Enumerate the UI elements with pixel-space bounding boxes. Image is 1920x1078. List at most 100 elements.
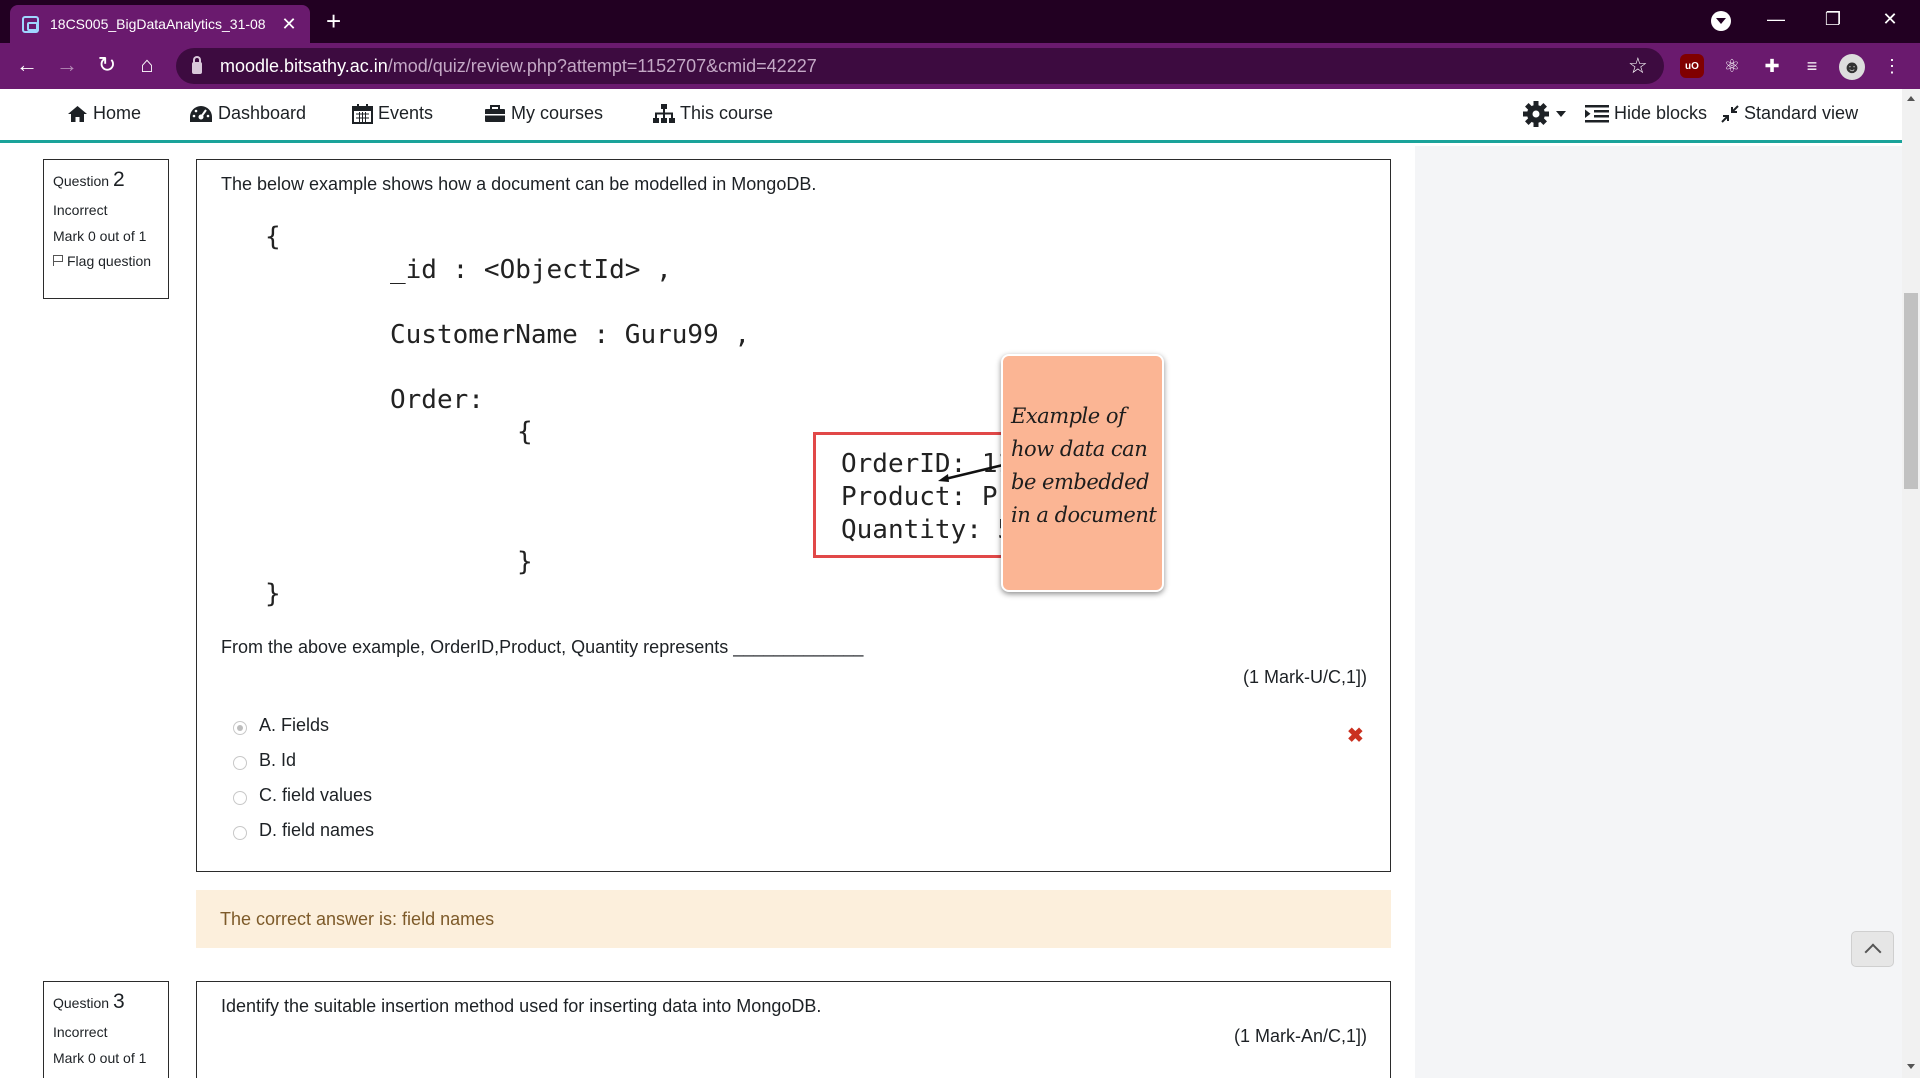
nav-events-label: Events	[378, 103, 434, 123]
compress-icon	[1721, 104, 1739, 123]
option-c-label: C. field values	[259, 785, 373, 805]
tab-close-icon[interactable]: ✕	[280, 14, 298, 35]
blocks-column	[1415, 146, 1902, 1078]
nav-my-courses-label: My courses	[511, 103, 604, 123]
hide-blocks-button[interactable]: Hide blocks	[1585, 103, 1707, 124]
ublock-extension-icon[interactable]: uO	[1680, 54, 1704, 78]
nav-this-course[interactable]: This course	[653, 103, 773, 124]
question-intro: The below example shows how a document c…	[221, 174, 817, 194]
option-d-label: D. field names	[259, 820, 375, 840]
radio-option-a[interactable]	[233, 720, 247, 735]
question-3-content: Identify the suitable insertion method u…	[196, 981, 1391, 1078]
option-a[interactable]: A. Fields	[233, 715, 329, 736]
briefcase-icon	[485, 104, 505, 122]
url-path: /mod/quiz/review.php?attempt=1152707&cmi…	[387, 55, 817, 76]
note-line: Example of	[1011, 404, 1126, 428]
new-tab-icon[interactable]: +	[326, 7, 341, 35]
settings-menu[interactable]	[1522, 100, 1566, 128]
flag-icon	[53, 255, 63, 266]
url-text: moodle.bitsathy.ac.in/mod/quiz/review.ph…	[220, 56, 817, 77]
scroll-down-icon[interactable]	[1907, 1064, 1915, 1069]
incorrect-x-icon: ✖	[1347, 725, 1364, 747]
bookmark-star-icon[interactable]: ☆	[1628, 53, 1648, 79]
chevron-down-icon	[1556, 111, 1566, 117]
home-browser-icon[interactable]: ⌂	[132, 52, 162, 78]
correct-answer-feedback: The correct answer is: field names	[196, 890, 1391, 948]
nav-events[interactable]: Events	[352, 103, 433, 124]
question-intro: Identify the suitable insertion method u…	[221, 996, 822, 1016]
page-scrollbar[interactable]	[1902, 89, 1920, 1078]
scrollbar-thumb[interactable]	[1904, 293, 1918, 489]
sticky-note: Example of how data can be embedded in a…	[1001, 354, 1164, 592]
restore-icon[interactable]: ❐	[1810, 5, 1856, 33]
back-to-top-button[interactable]	[1851, 931, 1894, 967]
option-b[interactable]: B. Id	[233, 750, 296, 771]
question-number-value: 3	[112, 990, 125, 1013]
question-marks: (1 Mark-An/C,1])	[1233, 1026, 1367, 1046]
question-number: Question 2	[53, 168, 159, 192]
option-c[interactable]: C. field values	[233, 785, 372, 806]
back-icon[interactable]: ←	[12, 52, 42, 78]
code-customer-line: CustomerName : Guru99 ,	[390, 320, 751, 350]
question-label: Question	[53, 995, 110, 1011]
reload-icon[interactable]: ↻	[92, 52, 122, 78]
standard-view-label: Standard view	[1744, 103, 1859, 123]
nav-this-course-label: This course	[680, 103, 774, 123]
address-bar[interactable]: moodle.bitsathy.ac.in/mod/quiz/review.ph…	[176, 48, 1664, 84]
browser-menu-icon[interactable]: ⋮	[1880, 54, 1904, 78]
flag-question-link[interactable]: Flag question	[53, 253, 159, 269]
browser-tab-strip: 18CS005_BigDataAnalytics_31-08 ✕ + — ❐ ✕	[0, 0, 1920, 43]
nav-dashboard-label: Dashboard	[218, 103, 307, 123]
minimize-icon[interactable]: —	[1753, 5, 1799, 33]
radio-option-c[interactable]	[233, 790, 247, 805]
question-2-content: The below example shows how a document c…	[196, 159, 1391, 872]
radio-option-b[interactable]	[233, 755, 247, 770]
code-close-brace: }	[265, 579, 281, 609]
option-d[interactable]: D. field names	[233, 820, 374, 841]
note-line: be embedded	[1011, 470, 1150, 494]
close-window-icon[interactable]: ✕	[1867, 5, 1913, 33]
note-line: how data can	[1011, 437, 1148, 461]
moodle-navbar: Home Dashboard Events My courses This co…	[0, 89, 1902, 143]
option-a-label: A. Fields	[259, 715, 330, 735]
calendar-icon	[352, 103, 373, 124]
question-status: Incorrect	[53, 1024, 108, 1040]
question-mark: Mark 0 out of 1	[53, 228, 147, 244]
moodle-favicon-icon	[22, 15, 39, 33]
option-b-label: B. Id	[259, 750, 297, 770]
media-control-icon[interactable]: ≡	[1800, 54, 1824, 78]
scroll-up-icon[interactable]	[1907, 96, 1915, 101]
question-mark: Mark 0 out of 1	[53, 1050, 147, 1066]
nav-my-courses[interactable]: My courses	[484, 103, 603, 124]
profile-avatar[interactable]: ☻	[1839, 54, 1865, 80]
gear-icon	[1523, 101, 1549, 127]
forward-icon[interactable]: →	[52, 52, 82, 78]
nav-dashboard[interactable]: Dashboard	[189, 103, 306, 124]
list-indent-icon	[1585, 104, 1609, 122]
question-number-value: 2	[112, 168, 125, 191]
question-number: Question 3	[53, 990, 159, 1014]
embedded-quantity: Quantity: 5	[841, 515, 1014, 545]
code-inner-close: }	[517, 547, 533, 577]
react-devtools-icon[interactable]: ⚛	[1720, 54, 1744, 78]
callout-arrow-icon	[938, 463, 1004, 482]
lock-icon[interactable]	[192, 56, 202, 74]
standard-view-button[interactable]: Standard view	[1721, 103, 1858, 124]
hide-blocks-label: Hide blocks	[1614, 103, 1708, 123]
url-host: moodle.bitsathy.ac.in	[220, 55, 388, 76]
question-marks: (1 Mark-U/C,1])	[1242, 667, 1367, 687]
browser-toolbar: ← → ↻ ⌂ moodle.bitsathy.ac.in/mod/quiz/r…	[0, 43, 1920, 89]
question-label: Question	[53, 173, 110, 189]
browser-tab[interactable]: 18CS005_BigDataAnalytics_31-08 ✕	[10, 5, 310, 43]
nav-home-label: Home	[93, 103, 142, 123]
radio-option-d[interactable]	[233, 825, 247, 840]
question-3-info: Question 3 Incorrect Mark 0 out of 1	[43, 981, 169, 1078]
nav-home[interactable]: Home	[67, 103, 141, 124]
question-2-info: Question 2 Incorrect Mark 0 out of 1 Fla…	[43, 159, 169, 299]
code-open-brace: {	[265, 222, 281, 252]
tab-search-icon[interactable]	[1711, 11, 1731, 31]
sitemap-icon	[653, 103, 675, 123]
extensions-puzzle-icon[interactable]: ✚	[1760, 54, 1784, 78]
dashboard-gauge-icon	[190, 105, 212, 122]
question-prompt: From the above example, OrderID,Product,…	[221, 637, 864, 657]
